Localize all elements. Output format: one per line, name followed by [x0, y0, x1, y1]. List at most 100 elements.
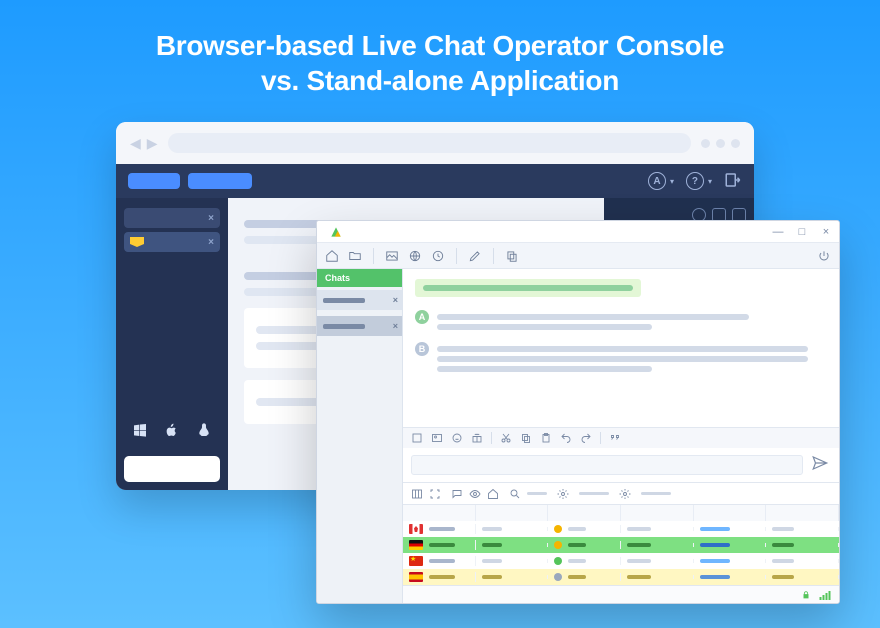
filter-label [579, 492, 609, 495]
status-dot-icon [554, 525, 562, 533]
avatar-icon: B [415, 342, 429, 356]
gift-icon[interactable] [471, 432, 483, 444]
visitor-row[interactable] [403, 569, 839, 585]
apple-icon[interactable] [164, 422, 180, 438]
visitor-grid-toolbar [403, 482, 839, 504]
chat-message: A [415, 310, 827, 334]
home-icon[interactable] [487, 488, 499, 500]
expand-icon[interactable] [429, 488, 441, 500]
gear-icon[interactable] [557, 488, 569, 500]
conversation-item[interactable]: × [317, 290, 402, 310]
message-input[interactable] [411, 455, 803, 475]
page-title: Browser-based Live Chat Operator Console… [0, 0, 880, 98]
desktop-left-sidebar: Chats × × [317, 269, 403, 603]
grid-header [403, 505, 839, 521]
browser-left-sidebar: × × [116, 198, 228, 490]
download-button[interactable] [124, 456, 220, 482]
lock-icon [801, 590, 811, 600]
globe-icon[interactable] [408, 249, 422, 263]
nav-back-icon[interactable]: ◀ [130, 135, 141, 152]
columns-icon[interactable] [411, 488, 423, 500]
search-icon[interactable] [509, 488, 521, 500]
conversation-tab[interactable]: × [124, 208, 220, 228]
close-icon[interactable]: × [393, 321, 398, 331]
flag-canada-icon [409, 524, 423, 534]
compose-toolbar [403, 428, 839, 448]
desktop-statusbar [403, 585, 839, 603]
conversation-tab[interactable]: × [124, 232, 220, 252]
close-icon[interactable]: × [393, 295, 398, 305]
chat-transcript: A B [403, 269, 839, 427]
account-icon[interactable]: A [648, 172, 666, 190]
search-field[interactable] [527, 492, 547, 495]
browser-chrome: ◀ ▶ [116, 122, 754, 164]
emoji-icon[interactable] [451, 432, 463, 444]
desktop-app-window: — □ × Chats × [316, 220, 840, 604]
visitor-row[interactable] [403, 553, 839, 569]
illustration-stage: ◀ ▶ A ▾ ? ▾ [0, 98, 880, 618]
sidebar-header: Chats [317, 269, 402, 287]
flag-germany-icon [409, 540, 423, 550]
copy-icon[interactable] [505, 249, 519, 263]
os-download-row [116, 412, 228, 448]
desktop-titlebar: — □ × [317, 221, 839, 243]
topbar-pill[interactable] [128, 173, 180, 189]
close-icon[interactable]: × [208, 237, 214, 248]
copy-icon[interactable] [520, 432, 532, 444]
flag-spain-icon [409, 572, 423, 582]
power-icon[interactable] [817, 249, 831, 263]
redo-icon[interactable] [580, 432, 592, 444]
topbar-pill[interactable] [188, 173, 252, 189]
chat-icon[interactable] [451, 488, 463, 500]
attach-icon[interactable] [411, 432, 423, 444]
eye-icon[interactable] [469, 488, 481, 500]
visitor-grid [403, 504, 839, 585]
window-traffic-lights [701, 139, 740, 148]
quote-icon[interactable] [609, 432, 621, 444]
avatar-icon: A [415, 310, 429, 324]
edit-icon[interactable] [468, 249, 482, 263]
undo-icon[interactable] [560, 432, 572, 444]
folder-icon[interactable] [348, 249, 362, 263]
chevron-down-icon[interactable]: ▾ [670, 177, 674, 186]
chevron-down-icon[interactable]: ▾ [708, 177, 712, 186]
status-dot-icon [554, 557, 562, 565]
cut-icon[interactable] [500, 432, 512, 444]
gear-icon[interactable] [619, 488, 631, 500]
conversation-item[interactable]: × [317, 316, 402, 336]
status-dot-icon [554, 541, 562, 549]
send-button[interactable] [811, 454, 831, 477]
image-icon[interactable] [385, 249, 399, 263]
app-logo-icon [329, 225, 343, 239]
nav-forward-icon[interactable]: ▶ [147, 135, 158, 152]
desktop-main: A B [403, 269, 839, 603]
visitor-row[interactable] [403, 537, 839, 553]
browser-nav: ◀ ▶ [130, 135, 158, 152]
minimize-button[interactable]: — [771, 225, 785, 239]
compose-area [403, 427, 839, 482]
chat-message: B [415, 342, 827, 376]
traffic-dot[interactable] [716, 139, 725, 148]
maximize-button[interactable]: □ [795, 225, 809, 239]
traffic-dot[interactable] [731, 139, 740, 148]
image-icon[interactable] [431, 432, 443, 444]
signal-icon [819, 590, 831, 600]
clock-icon[interactable] [431, 249, 445, 263]
system-message [415, 279, 641, 297]
home-icon[interactable] [325, 249, 339, 263]
help-icon[interactable]: ? [686, 172, 704, 190]
filter-label [641, 492, 671, 495]
address-bar[interactable] [168, 133, 691, 153]
traffic-dot[interactable] [701, 139, 710, 148]
close-button[interactable]: × [819, 225, 833, 239]
linux-icon[interactable] [196, 422, 212, 438]
status-dot-icon [554, 573, 562, 581]
visitor-row[interactable] [403, 521, 839, 537]
logout-icon[interactable] [724, 171, 742, 192]
windows-icon[interactable] [132, 422, 148, 438]
flag-china-icon [409, 556, 423, 566]
app-topbar: A ▾ ? ▾ [116, 164, 754, 198]
paste-icon[interactable] [540, 432, 552, 444]
close-icon[interactable]: × [208, 213, 214, 224]
desktop-toolbar [317, 243, 839, 269]
